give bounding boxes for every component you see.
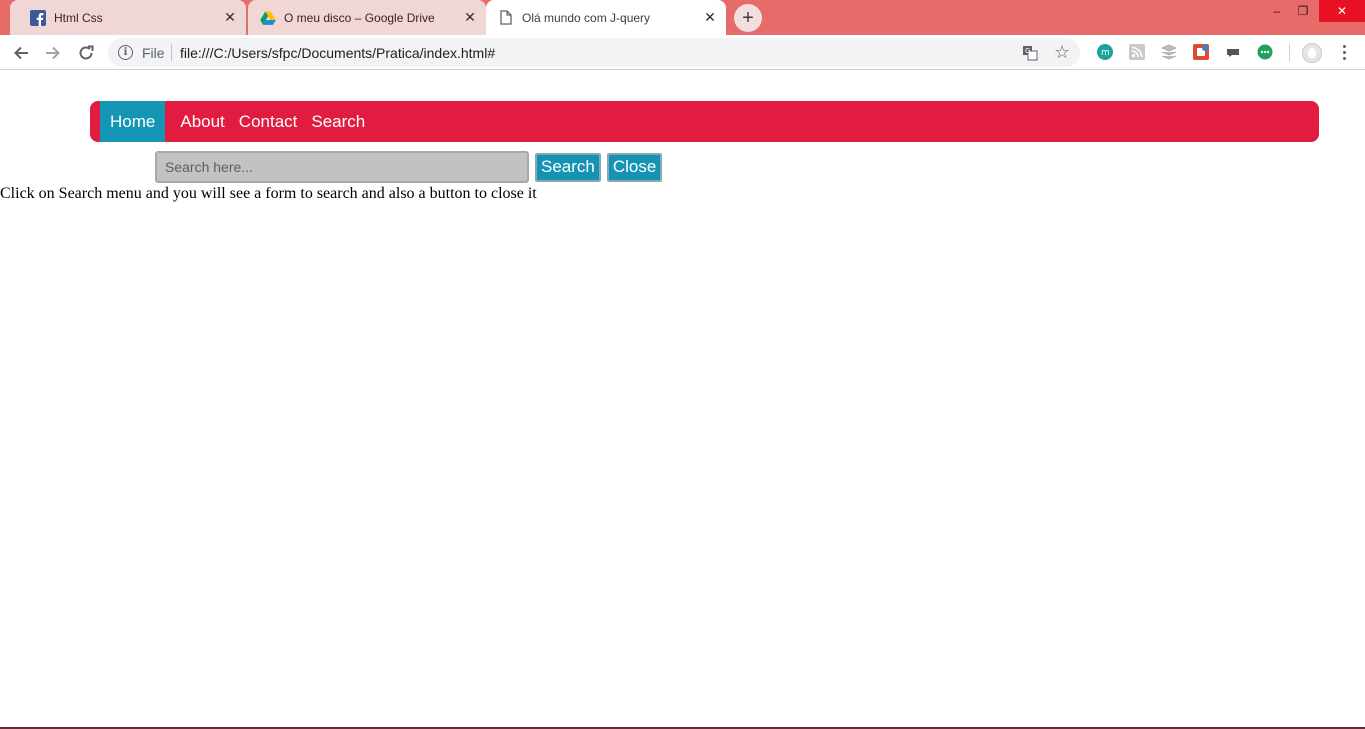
document-icon [498, 10, 514, 26]
nav-contact-link[interactable]: Contact [232, 101, 305, 142]
svg-text:m: m [1101, 48, 1110, 58]
toolbar-divider [1289, 44, 1290, 62]
arrow-right-icon [46, 46, 60, 60]
nav-search-link[interactable]: Search [304, 101, 372, 142]
google-drive-icon [260, 10, 276, 26]
svg-text:G: G [1025, 47, 1030, 55]
bookmark-star-icon[interactable]: ☆ [1054, 42, 1070, 63]
divider [171, 44, 172, 61]
plus-icon: + [742, 6, 754, 29]
reload-icon [79, 45, 94, 60]
tab-close-icon[interactable]: ✕ [222, 9, 238, 26]
reload-button[interactable] [72, 39, 100, 67]
stack-extension-icon[interactable] [1161, 44, 1177, 60]
close-button[interactable]: Close [606, 152, 663, 182]
green-chat-extension-icon[interactable] [1257, 44, 1273, 60]
forward-button[interactable] [39, 39, 67, 67]
tab-title: Olá mundo com J-query [522, 10, 651, 25]
extension-m-icon[interactable]: m [1097, 44, 1113, 60]
search-form: Search Close [155, 151, 663, 183]
tab-google-drive[interactable]: O meu disco – Google Drive ✕ [248, 0, 486, 35]
nav-home-link[interactable]: Home [100, 101, 166, 142]
url-text[interactable]: file:///C:/Users/sfpc/Documents/Pratica/… [180, 45, 495, 61]
search-input[interactable] [155, 151, 529, 183]
site-scheme-label: File [142, 45, 165, 61]
rss-icon[interactable] [1129, 44, 1145, 60]
nav-about-link[interactable]: About [173, 101, 231, 142]
main-navbar: Home About Contact Search [90, 101, 1319, 142]
browser-toolbar: i File file:///C:/Users/sfpc/Documents/P… [0, 35, 1365, 70]
address-bar[interactable]: i File file:///C:/Users/sfpc/Documents/P… [108, 38, 1080, 67]
tab-strip: Html Css ✕ O meu disco – Google Drive ✕ … [0, 0, 1365, 35]
tab-title: O meu disco – Google Drive [284, 10, 435, 25]
window-close-button[interactable]: ✕ [1319, 0, 1365, 22]
tab-html-css[interactable]: Html Css ✕ [10, 0, 246, 35]
facebook-icon [30, 9, 46, 26]
restore-button[interactable]: ❐ [1288, 0, 1318, 22]
translate-icon[interactable]: G [1022, 45, 1038, 61]
search-button[interactable]: Search [535, 152, 601, 182]
new-tab-button[interactable]: + [734, 4, 762, 32]
tab-close-icon[interactable]: ✕ [462, 9, 478, 26]
dark-extension-icon[interactable] [1225, 44, 1241, 60]
tab-ola-mundo[interactable]: Olá mundo com J-query ✕ [486, 0, 726, 35]
menu-kebab-icon[interactable] [1336, 41, 1352, 63]
info-icon[interactable]: i [118, 45, 133, 60]
instruction-text: Click on Search menu and you will see a … [0, 185, 537, 202]
back-button[interactable] [7, 39, 35, 67]
red-extension-icon[interactable] [1193, 44, 1209, 60]
tab-close-icon[interactable]: ✕ [702, 9, 718, 26]
profile-avatar-icon[interactable] [1302, 43, 1322, 63]
page-content: Home About Contact Search Search Close C… [0, 71, 1365, 727]
arrow-left-icon [14, 46, 28, 60]
tab-title: Html Css [54, 10, 103, 25]
